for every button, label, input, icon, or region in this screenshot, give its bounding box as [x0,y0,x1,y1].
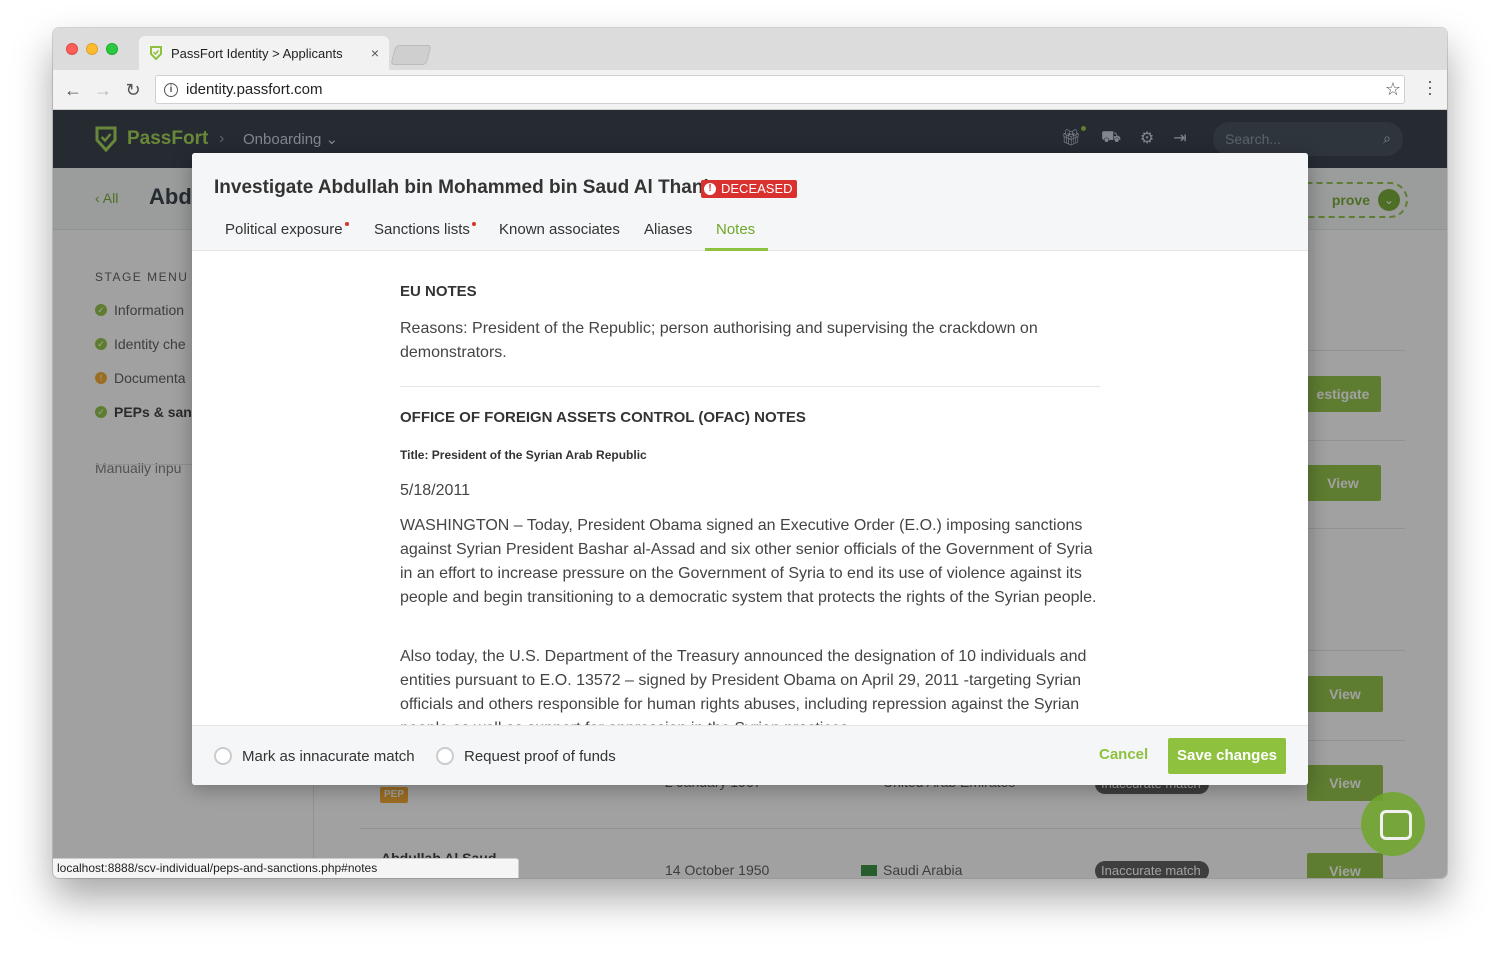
radio-label: Request proof of funds [464,747,616,765]
status-bar-url: localhost:8888/scv-individual/peps-and-s… [53,858,519,878]
investigate-modal: Investigate Abdullah bin Mohammed bin Sa… [192,153,1308,785]
eu-notes-heading: EU NOTES [400,283,477,300]
tab-aliases[interactable]: Aliases [644,221,692,238]
deceased-badge: ! DECEASED [701,180,797,198]
site-info-icon[interactable]: i [164,82,178,97]
back-arrow-icon[interactable]: ← [63,80,83,100]
close-window-button[interactable] [66,43,78,55]
browser-tab[interactable]: PassFort Identity > Applicants × [139,36,389,70]
divider [400,386,1100,387]
tab-label: Notes [716,221,756,238]
ofac-notes-heading: OFFICE OF FOREIGN ASSETS CONTROL (OFAC) … [400,409,806,426]
ofac-paragraph-2: Also today, the U.S. Department of the T… [400,648,1087,725]
tab-known-associates[interactable]: Known associates [499,221,620,238]
radio-circle[interactable] [214,747,232,765]
modal-footer: Mark as innacurate match Request proof o… [192,725,1308,785]
passfort-favicon-icon [150,46,162,60]
radio-circle[interactable] [436,747,454,765]
app-content: PassFort › Onboarding ⌄ 🎁︎ ⛟ ⚙ ⇥ Search.… [53,110,1447,878]
save-changes-button[interactable]: Save changes [1168,738,1286,774]
browser-toolbar: ← → ↻ i identity.passfort.com ☆ · · · [53,70,1447,110]
tab-political-exposure[interactable]: Political exposure [225,221,349,238]
browser-window: PassFort Identity > Applicants × ← → ↻ i… [53,28,1447,878]
modal-header: Investigate Abdullah bin Mohammed bin Sa… [192,153,1308,251]
notes-panel[interactable]: EU NOTES Reasons: President of the Repub… [192,251,1308,725]
tab-sanctions-lists[interactable]: Sanctions lists [374,221,476,238]
tab-label: Known associates [499,221,620,238]
forward-arrow-icon[interactable]: → [93,80,113,100]
tab-close-icon[interactable]: × [371,45,379,61]
browser-menu-icon[interactable]: · · · [1427,72,1433,102]
badge-label: DECEASED [721,181,793,196]
ofac-title: Title: President of the Syrian Arab Repu… [400,448,647,462]
address-url: identity.passfort.com [186,81,323,98]
maximize-window-button[interactable] [106,43,118,55]
tab-notes[interactable]: Notes [716,221,755,238]
eu-notes-text: Reasons: President of the Republic; pers… [400,320,1038,361]
new-tab-button[interactable] [390,45,432,65]
radio-label: Mark as innacurate match [242,747,415,765]
chat-launcher-button[interactable] [1361,792,1425,856]
bookmark-star-icon[interactable]: ☆ [1385,79,1401,100]
tab-label: Sanctions lists [374,221,470,238]
ofac-date: 5/18/2011 [400,482,470,499]
request-proof-radio[interactable]: Request proof of funds [436,747,616,765]
tab-label: Political exposure [225,221,343,238]
cancel-button[interactable]: Cancel [1099,746,1148,763]
tab-label: Aliases [644,221,693,238]
reload-icon[interactable]: ↻ [123,80,143,100]
browser-tab-bar: PassFort Identity > Applicants × [53,28,1447,70]
alert-dot [471,222,476,226]
mark-inaccurate-radio[interactable]: Mark as innacurate match [214,747,415,765]
tab-title: PassFort Identity > Applicants [171,45,343,61]
modal-title: Investigate Abdullah bin Mohammed bin Sa… [214,177,709,198]
ofac-paragraph-1: WASHINGTON – Today, President Obama sign… [400,517,1097,606]
alert-icon: ! [704,183,716,195]
minimize-window-button[interactable] [86,43,98,55]
address-bar[interactable]: i identity.passfort.com [155,75,1405,104]
alert-dot [344,222,349,226]
